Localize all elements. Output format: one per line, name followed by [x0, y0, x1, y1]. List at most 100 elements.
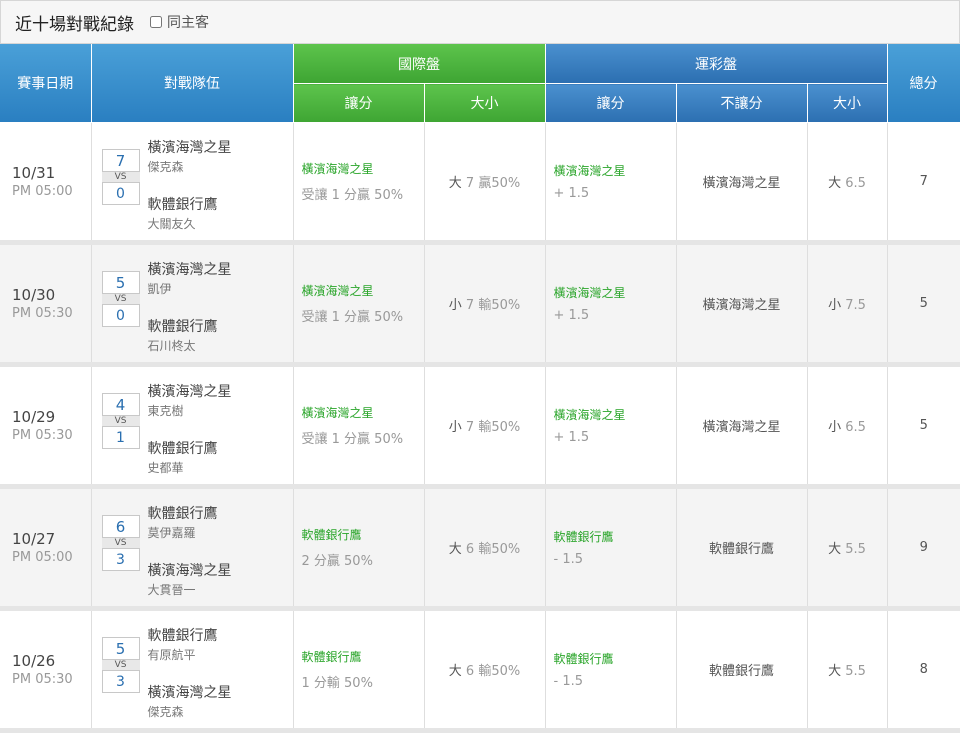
- intl-ou-value: 6 輸50%: [465, 542, 521, 557]
- lot-ou-value: 5.5: [845, 664, 866, 679]
- game-date: 10/30: [12, 286, 56, 304]
- lot-spread-line: + 1.5: [553, 308, 590, 323]
- col-lottery: 運彩盤: [545, 44, 888, 84]
- home-score: 6: [101, 515, 140, 538]
- col-intl-spread: 讓分: [293, 83, 425, 123]
- game-time: PM 05:30: [12, 672, 73, 687]
- vs-label: VS: [101, 660, 140, 670]
- intl-ou-value: 7 贏50%: [465, 176, 521, 191]
- intl-spread-cell: 橫濱海灣之星 受讓 1 分贏 50%: [293, 242, 425, 367]
- lot-ou-side: 大: [828, 542, 842, 557]
- intl-spread-team: 軟體銀行鷹: [301, 528, 362, 542]
- lot-spread-line: - 1.5: [553, 552, 584, 567]
- lot-ml-cell: 橫濱海灣之星: [676, 242, 808, 367]
- col-total: 總分: [887, 44, 960, 123]
- intl-ou-value: 7 輸50%: [465, 420, 521, 435]
- home-team[interactable]: 軟體銀行鷹: [148, 503, 218, 523]
- lot-ml-cell: 軟體銀行鷹: [676, 608, 808, 733]
- intl-ou-value: 7 輸50%: [465, 298, 521, 313]
- intl-ou-cell: 小 7 輸50%: [424, 364, 546, 489]
- intl-ou-value: 6 輸50%: [465, 664, 521, 679]
- lot-spread-line: - 1.5: [553, 674, 584, 689]
- lot-ml-cell: 軟體銀行鷹: [676, 486, 808, 611]
- away-team[interactable]: 軟體銀行鷹: [148, 194, 218, 214]
- scorebox: 5 VS 3: [101, 637, 140, 693]
- intl-ou-side: 大: [448, 176, 462, 191]
- section-header: 近十場對戰紀錄 同主客: [0, 0, 960, 44]
- teams-cell: 5 VS 0 橫濱海灣之星 凱伊 軟體銀行鷹 石川柊太: [91, 242, 294, 367]
- scorebox: 5 VS 0: [101, 271, 140, 327]
- away-pitcher: 史都華: [147, 461, 184, 475]
- table-row: 10/26 PM 05:30 5 VS 3 軟體銀行鷹 有原航平 橫濱海灣之星 …: [0, 608, 960, 733]
- lot-spread-cell: 軟體銀行鷹 - 1.5: [545, 486, 677, 611]
- away-score: 0: [101, 304, 140, 327]
- game-date: 10/29: [12, 408, 56, 426]
- game-date: 10/27: [12, 530, 56, 548]
- vs-label: VS: [101, 538, 140, 548]
- intl-ou-side: 大: [448, 664, 462, 679]
- away-score: 0: [101, 182, 140, 205]
- home-team[interactable]: 橫濱海灣之星: [148, 259, 232, 279]
- home-pitcher: 東克樹: [147, 404, 184, 418]
- game-time: PM 05:30: [12, 306, 73, 321]
- home-score: 4: [101, 393, 140, 416]
- col-date: 賽事日期: [0, 44, 92, 123]
- home-score: 5: [101, 271, 140, 294]
- game-date: 10/31: [12, 164, 56, 182]
- same-home-away-input[interactable]: [150, 16, 162, 28]
- checkbox-label: 同主客: [167, 15, 209, 31]
- intl-ou-side: 大: [448, 542, 462, 557]
- lot-spread-team: 軟體銀行鷹: [553, 530, 614, 544]
- home-team[interactable]: 橫濱海灣之星: [148, 137, 232, 157]
- home-team[interactable]: 橫濱海灣之星: [148, 381, 232, 401]
- away-team[interactable]: 軟體銀行鷹: [148, 438, 218, 458]
- lot-spread-cell: 軟體銀行鷹 - 1.5: [545, 608, 677, 733]
- scorebox: 4 VS 1: [101, 393, 140, 449]
- lot-spread-team: 橫濱海灣之星: [553, 164, 626, 178]
- away-pitcher: 石川柊太: [147, 339, 196, 353]
- table-row: 10/29 PM 05:30 4 VS 1 橫濱海灣之星 東克樹 軟體銀行鷹 史…: [0, 364, 960, 489]
- lot-ml-cell: 橫濱海灣之星: [676, 364, 808, 489]
- lot-spread-team: 橫濱海灣之星: [553, 408, 626, 422]
- home-pitcher: 凱伊: [147, 282, 172, 296]
- intl-spread-cell: 橫濱海灣之星 受讓 1 分贏 50%: [293, 122, 425, 245]
- col-lot-spread: 讓分: [545, 83, 677, 123]
- lot-spread-line: + 1.5: [553, 430, 590, 445]
- lot-spread-cell: 橫濱海灣之星 + 1.5: [545, 242, 677, 367]
- game-time: PM 05:30: [12, 428, 73, 443]
- away-team[interactable]: 橫濱海灣之星: [148, 560, 232, 580]
- date-cell: 10/26 PM 05:30: [0, 608, 92, 733]
- intl-spread-team: 橫濱海灣之星: [301, 162, 374, 176]
- away-team[interactable]: 橫濱海灣之星: [148, 682, 232, 702]
- table-row: 10/30 PM 05:30 5 VS 0 橫濱海灣之星 凱伊 軟體銀行鷹 石川…: [0, 242, 960, 367]
- teams-cell: 6 VS 3 軟體銀行鷹 莫伊嘉羅 橫濱海灣之星 大貫晉一: [91, 486, 294, 611]
- intl-spread-cell: 軟體銀行鷹 1 分輸 50%: [293, 608, 425, 733]
- section-title: 近十場對戰紀錄: [15, 14, 134, 35]
- intl-ou-cell: 大 6 輸50%: [424, 486, 546, 611]
- away-score: 1: [101, 426, 140, 449]
- away-pitcher: 傑克森: [147, 705, 184, 719]
- total-cell: 5: [887, 242, 960, 367]
- col-lot-ml: 不讓分: [676, 83, 808, 123]
- lot-ou-cell: 小 7.5: [807, 242, 888, 367]
- intl-spread-cell: 軟體銀行鷹 2 分贏 50%: [293, 486, 425, 611]
- away-team[interactable]: 軟體銀行鷹: [148, 316, 218, 336]
- game-date: 10/26: [12, 652, 56, 670]
- away-pitcher: 大關友久: [147, 217, 196, 231]
- same-home-away-checkbox[interactable]: 同主客: [150, 12, 209, 32]
- intl-spread-line: 2 分贏 50%: [301, 554, 373, 569]
- lot-ml-cell: 橫濱海灣之星: [676, 122, 808, 245]
- lot-spread-cell: 橫濱海灣之星 + 1.5: [545, 364, 677, 489]
- lot-ou-value: 6.5: [845, 420, 866, 435]
- vs-label: VS: [101, 172, 140, 182]
- home-team[interactable]: 軟體銀行鷹: [148, 625, 218, 645]
- away-pitcher: 大貫晉一: [147, 583, 196, 597]
- intl-spread-team: 橫濱海灣之星: [301, 284, 374, 298]
- lot-ou-side: 大: [828, 664, 842, 679]
- intl-ou-cell: 大 7 贏50%: [424, 122, 546, 245]
- home-pitcher: 傑克森: [147, 160, 184, 174]
- intl-spread-team: 軟體銀行鷹: [301, 650, 362, 664]
- intl-spread-line: 受讓 1 分贏 50%: [301, 310, 404, 325]
- teams-cell: 7 VS 0 橫濱海灣之星 傑克森 軟體銀行鷹 大關友久: [91, 122, 294, 245]
- total-cell: 7: [887, 122, 960, 245]
